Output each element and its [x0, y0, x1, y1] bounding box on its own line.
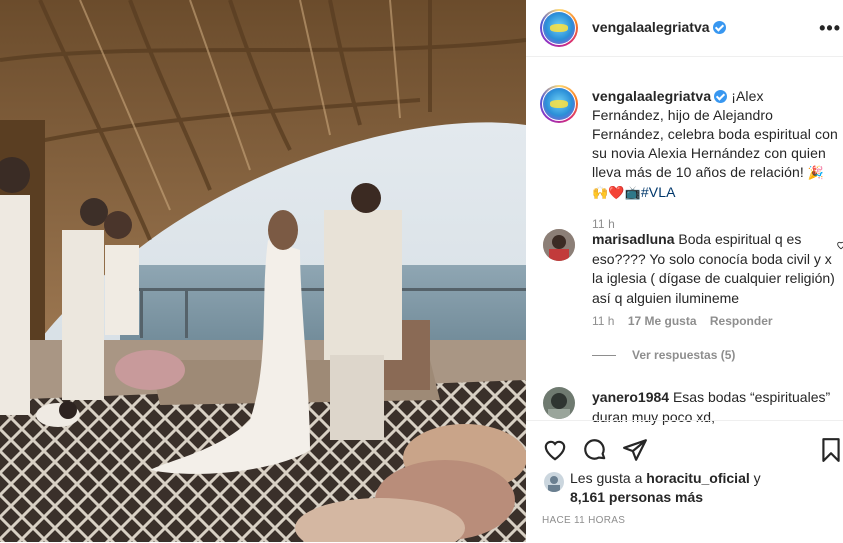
likes-prefix: Les gusta a — [570, 470, 647, 486]
liked-by-avatar[interactable] — [544, 472, 564, 492]
likes-mid: y — [749, 470, 761, 486]
replies-line-divider — [592, 355, 616, 357]
comment-time[interactable]: 11 h — [592, 314, 614, 328]
comment-meta-row: 11 h 17 Me gusta Responder — [592, 314, 773, 328]
comment-icon[interactable] — [582, 437, 608, 463]
post-photo[interactable] — [0, 0, 526, 542]
post-caption: vengalaalegriatva ¡Alex Fernández, hijo … — [592, 87, 838, 234]
comment-likes[interactable]: 17 Me gusta — [628, 314, 697, 328]
liked-by-user[interactable]: horacitu_oficial — [646, 470, 749, 486]
view-replies-button[interactable]: Ver respuestas (5) — [592, 348, 735, 362]
comment-username[interactable]: marisadluna — [592, 231, 674, 247]
comment-avatar[interactable] — [543, 387, 575, 419]
post-header: vengalaalegriatva ••• — [526, 0, 843, 57]
verified-badge-icon — [714, 90, 728, 103]
verified-badge-icon — [712, 21, 726, 34]
caption-author-avatar[interactable] — [540, 85, 578, 123]
post-actions: Les gusta a horacitu_oficial y 8,161 per… — [526, 420, 843, 543]
likes-summary: Les gusta a horacitu_oficial y 8,161 per… — [570, 469, 761, 507]
likes-count[interactable]: 8,161 personas más — [570, 489, 703, 505]
comment-reply-button[interactable]: Responder — [710, 314, 773, 328]
author-username[interactable]: vengalaalegriatva — [592, 19, 710, 35]
heart-icon[interactable] — [542, 437, 568, 463]
post-time-ago[interactable]: Hace 11 horas — [542, 515, 625, 526]
wedding-photo-illustration — [0, 0, 526, 542]
caption-username[interactable]: vengalaalegriatva — [592, 88, 711, 104]
more-options-icon[interactable]: ••• — [819, 18, 841, 39]
comment-username[interactable]: yanero1984 — [592, 389, 669, 405]
comment-item: marisadluna Boda espiritual q es eso????… — [592, 230, 842, 308]
author-avatar[interactable] — [540, 9, 578, 47]
bookmark-icon[interactable] — [818, 437, 843, 463]
share-icon[interactable] — [622, 437, 648, 463]
comment-avatar[interactable] — [543, 229, 575, 261]
post-panel: vengalaalegriatva ••• vengalaalegriatva … — [526, 0, 843, 542]
comment-like-heart-icon[interactable] — [836, 240, 843, 250]
caption-hashtag[interactable]: #VLA — [641, 184, 676, 200]
